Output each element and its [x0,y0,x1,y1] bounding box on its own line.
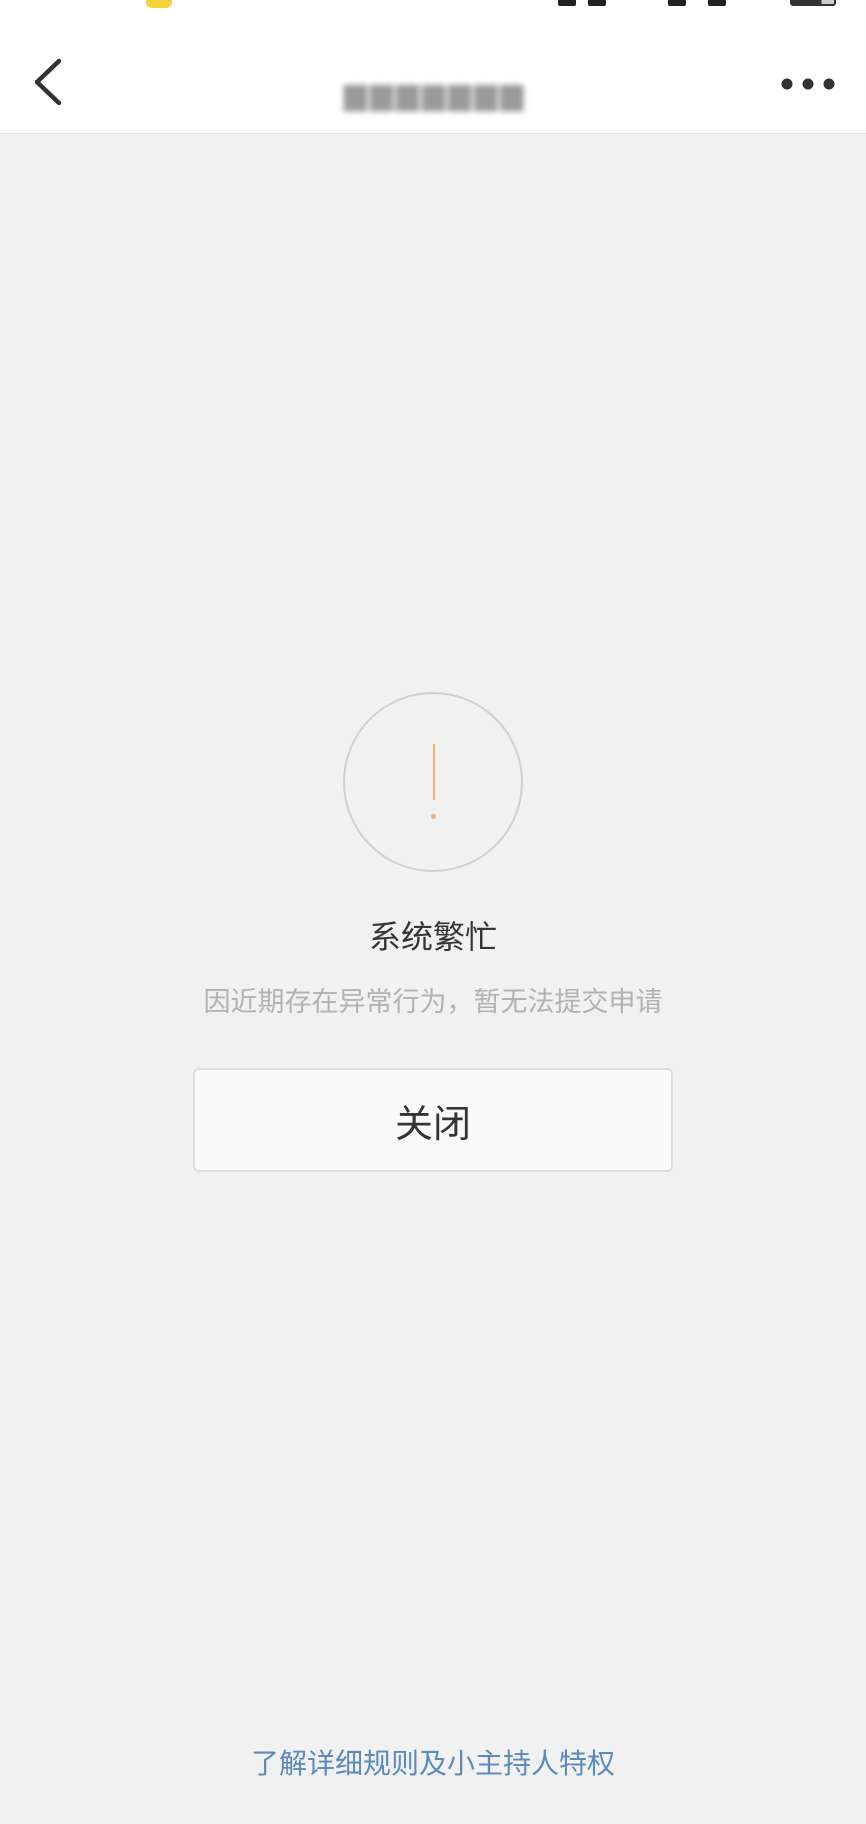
more-horizontal-icon [781,78,835,90]
exclamation-bar [433,744,435,800]
signal-icon [588,0,606,6]
exclamation-circle-icon [343,692,523,872]
page-title: ▆▆▆▆▆▆▆ [343,76,527,112]
battery-icon [790,0,836,6]
close-button[interactable]: 关闭 [193,1068,673,1172]
wifi-icon [558,0,576,6]
status-bar [0,0,866,24]
signal-strength-icon [708,0,726,6]
nav-bar: ▆▆▆▆▆▆▆ [0,24,866,134]
screen: ▆▆▆▆▆▆▆ 系统繁忙 因近期存在异常行为，暂无法提交申请 关闭 了解详细规则… [0,0,866,1824]
signal-strength-icon [668,0,686,6]
rules-link[interactable]: 了解详细规则及小主持人特权 [0,1742,866,1782]
status-icons [536,0,836,8]
notification-dot-icon [146,0,172,8]
more-button[interactable] [778,64,838,104]
content: 系统繁忙 因近期存在异常行为，暂无法提交申请 关闭 了解详细规则及小主持人特权 [0,134,866,1824]
error-title: 系统繁忙 [368,918,497,956]
error-description: 因近期存在异常行为，暂无法提交申请 [203,987,663,1018]
exclamation-dot [431,814,436,819]
chevron-left-icon [34,58,62,106]
back-button[interactable] [18,52,78,112]
